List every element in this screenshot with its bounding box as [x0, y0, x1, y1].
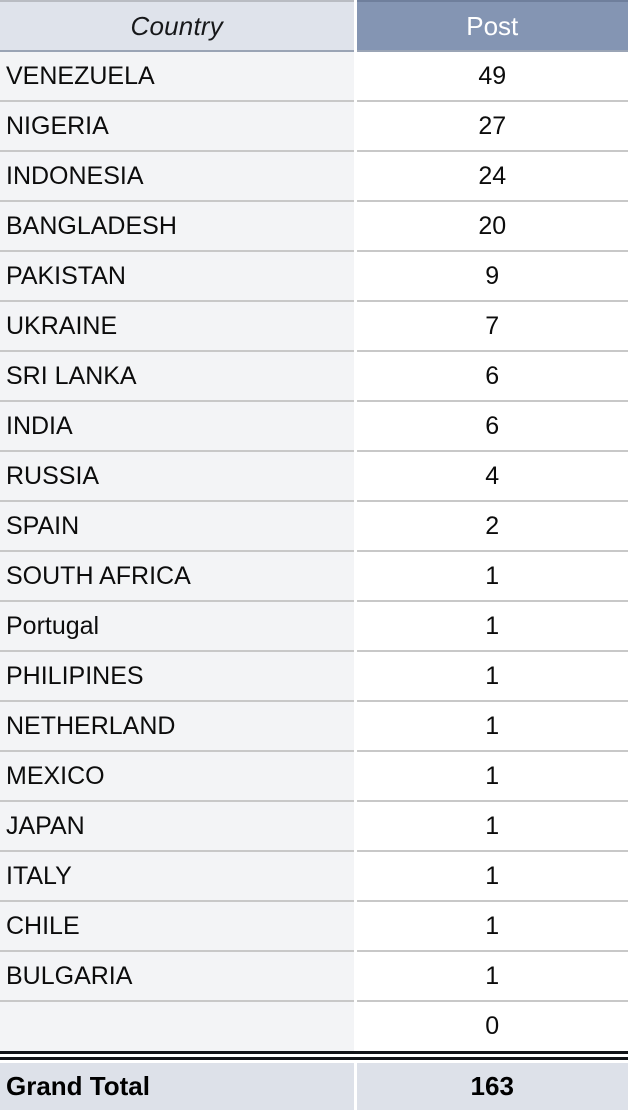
cell-country: RUSSIA [0, 450, 357, 501]
cell-country: BULGARIA [0, 950, 357, 1001]
cell-post: 7 [355, 300, 628, 351]
pivot-table-container: Country Post VENEZUELA 49 NIGERIA 27 INDONES… [0, 0, 640, 1110]
header-row: Country Post [0, 0, 628, 51]
cell-post: 1 [355, 600, 628, 651]
cell-post: 27 [355, 100, 628, 151]
table-row: 0 [0, 1000, 628, 1051]
cell-post: 1 [355, 650, 628, 701]
grand-total-table: Grand Total 163 [0, 1060, 628, 1110]
cell-country: Portugal [0, 600, 357, 651]
table-body: VENEZUELA 49 NIGERIA 27 INDONESIA 24 BANGLADES… [0, 50, 628, 1051]
table-row: RUSSIA 4 [0, 450, 628, 501]
cell-post: 9 [355, 250, 628, 301]
cell-country: INDIA [0, 400, 357, 451]
cell-country: UKRAINE [0, 300, 357, 351]
table-row: VENEZUELA 49 [0, 50, 628, 101]
cell-country [0, 1000, 357, 1051]
grand-total-divider [0, 1051, 628, 1060]
cell-post: 4 [355, 450, 628, 501]
grand-total-value: 163 [355, 1060, 628, 1110]
table-row: NETHERLAND 1 [0, 700, 628, 751]
table-row: MEXICO 1 [0, 750, 628, 801]
table-row: INDONESIA 24 [0, 150, 628, 201]
cell-post: 49 [355, 50, 628, 101]
cell-post: 6 [355, 350, 628, 401]
cell-post: 24 [355, 150, 628, 201]
table-row: CHILE 1 [0, 900, 628, 951]
cell-country: JAPAN [0, 800, 357, 851]
table-row: ITALY 1 [0, 850, 628, 901]
cell-post: 1 [355, 700, 628, 751]
cell-country: BANGLADESH [0, 200, 357, 251]
table-row: UKRAINE 7 [0, 300, 628, 351]
table-row: BULGARIA 1 [0, 950, 628, 1001]
cell-post: 0 [355, 1000, 628, 1051]
column-header-post[interactable]: Post [355, 0, 628, 51]
table-row: INDIA 6 [0, 400, 628, 451]
cell-country: MEXICO [0, 750, 357, 801]
grand-total-label: Grand Total [0, 1060, 357, 1110]
cell-country: PAKISTAN [0, 250, 357, 301]
table-header: Country Post [0, 0, 628, 51]
table-row: Portugal 1 [0, 600, 628, 651]
cell-post: 1 [355, 850, 628, 901]
cell-country: PHILIPINES [0, 650, 357, 701]
country-post-table: Country Post VENEZUELA 49 NIGERIA 27 INDONES… [0, 0, 628, 1051]
cell-post: 1 [355, 900, 628, 951]
cell-post: 6 [355, 400, 628, 451]
cell-country: SOUTH AFRICA [0, 550, 357, 601]
grand-total-row: Grand Total 163 [0, 1060, 628, 1110]
table-row: BANGLADESH 20 [0, 200, 628, 251]
cell-country: VENEZUELA [0, 50, 357, 101]
cell-country: NETHERLAND [0, 700, 357, 751]
cell-post: 2 [355, 500, 628, 551]
table-row: JAPAN 1 [0, 800, 628, 851]
cell-country: SPAIN [0, 500, 357, 551]
cell-country: NIGERIA [0, 100, 357, 151]
table-row: PHILIPINES 1 [0, 650, 628, 701]
column-header-country[interactable]: Country [0, 0, 357, 51]
table-row: NIGERIA 27 [0, 100, 628, 151]
cell-post: 1 [355, 750, 628, 801]
table-row: SPAIN 2 [0, 500, 628, 551]
cell-country: SRI LANKA [0, 350, 357, 401]
table-row: SRI LANKA 6 [0, 350, 628, 401]
cell-country: INDONESIA [0, 150, 357, 201]
cell-country: CHILE [0, 900, 357, 951]
table-row: SOUTH AFRICA 1 [0, 550, 628, 601]
cell-country: ITALY [0, 850, 357, 901]
cell-post: 20 [355, 200, 628, 251]
cell-post: 1 [355, 550, 628, 601]
table-row: PAKISTAN 9 [0, 250, 628, 301]
cell-post: 1 [355, 800, 628, 851]
cell-post: 1 [355, 950, 628, 1001]
